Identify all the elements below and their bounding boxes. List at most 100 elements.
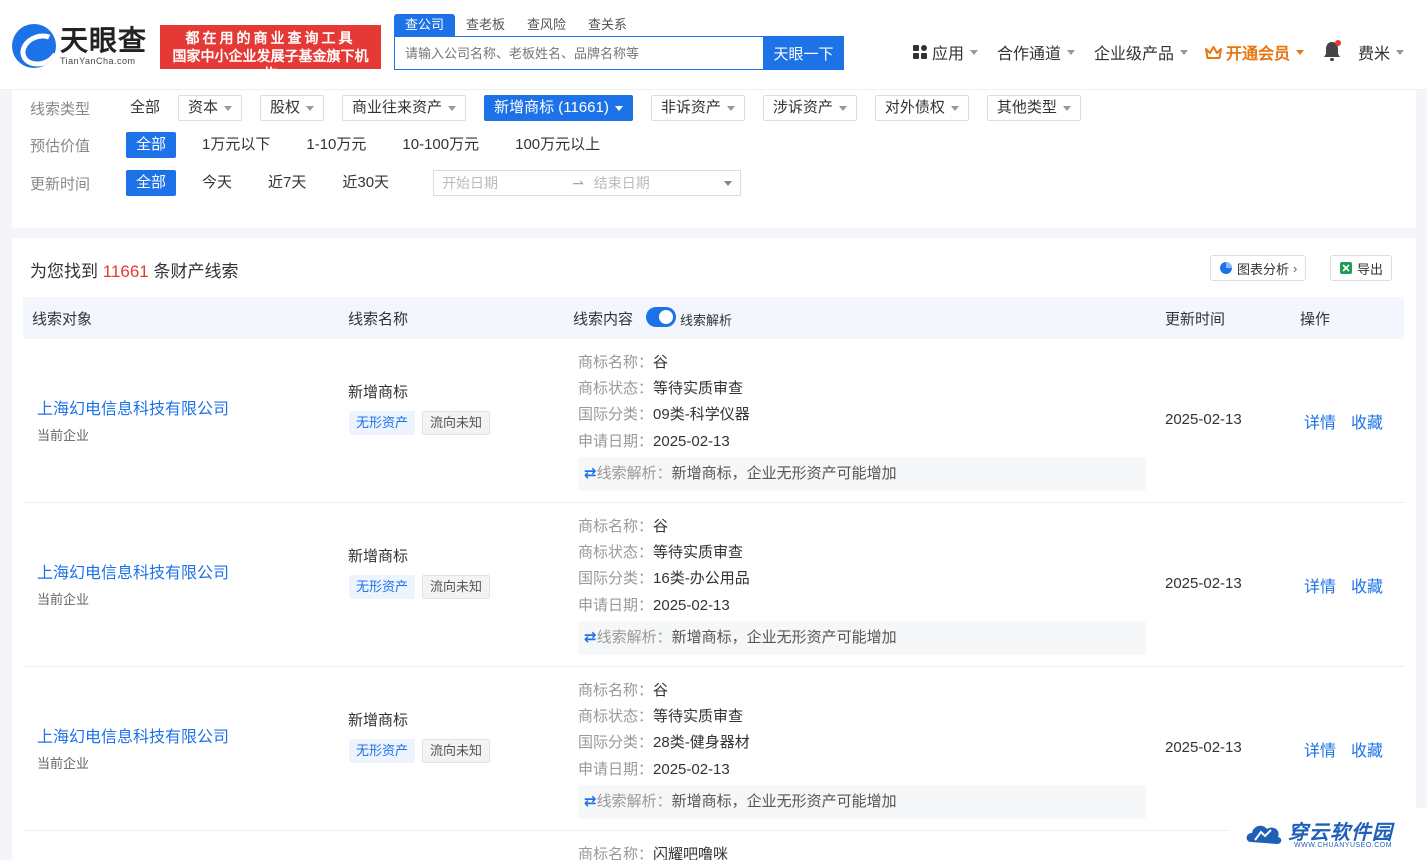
tab-risk[interactable]: 查风险 <box>516 14 577 36</box>
chevron-down-icon <box>1396 49 1405 55</box>
trademark-name-label: 商标名称： <box>578 354 654 371</box>
apply-date-value: 2025-02-13 <box>653 597 730 614</box>
intl-class-field: 国际分类：28类-健身器材 <box>578 731 750 752</box>
chevron-down-icon <box>838 105 847 111</box>
filter-value-label: 预估价值 <box>30 137 91 155</box>
nav-enterprise[interactable]: 企业级产品 <box>1094 40 1189 64</box>
update-date: 2025-02-13 <box>1165 411 1242 428</box>
filter-type-other[interactable]: 其他类型 <box>986 95 1081 121</box>
arrow-right-icon: ⇀ <box>572 174 584 191</box>
nav-vip-label: 开通会员 <box>1226 46 1291 63</box>
filter-type-business-label: 商业往来资产 <box>352 99 443 116</box>
company-link[interactable]: 上海幻电信息科技有限公司 <box>37 395 229 419</box>
apply-date-field: 申请日期：2025-02-13 <box>578 594 730 615</box>
trademark-name-field: 商标名称：谷 <box>578 351 668 372</box>
favorite-link[interactable]: 收藏 <box>1351 409 1383 433</box>
slogan-line-1: 都在用的商业查询工具 <box>185 30 356 46</box>
results-panel: 为您找到 11661 条财产线索 图表分析 › 导出 线索对象 线索名称 线索内… <box>12 238 1416 860</box>
export-button[interactable]: 导出 <box>1330 255 1393 281</box>
table-row: 上海幻电信息科技有限公司 当前企业 新增商标 无形资产 流向未知 商标名称：谷 … <box>23 339 1404 503</box>
chart-analysis-label: 图表分析 <box>1237 261 1290 277</box>
detail-link[interactable]: 详情 <box>1304 409 1336 433</box>
site-logo[interactable]: 天眼查 TianYanCha.com <box>12 24 147 68</box>
chevron-down-icon <box>306 105 315 111</box>
partial-row-trademark-field: 商标名称：闪耀吧噜咪 <box>578 843 728 860</box>
logo-eye-icon <box>12 24 56 68</box>
filter-type-non-litigation[interactable]: 非诉资产 <box>650 95 745 121</box>
end-date-input[interactable]: 结束日期 <box>594 173 718 193</box>
analysis-label: 线索解析： <box>596 629 672 646</box>
trademark-status-label: 商标状态： <box>578 544 654 561</box>
company-link[interactable]: 上海幻电信息科技有限公司 <box>37 723 229 747</box>
search-input[interactable] <box>394 36 763 70</box>
filter-value-all[interactable]: 全部 <box>126 132 177 158</box>
analysis-toggle[interactable] <box>646 307 676 327</box>
filter-time-30days[interactable]: 近30天 <box>332 170 399 196</box>
search-tabs: 查公司 查老板 查风险 查关系 <box>394 14 844 36</box>
filter-type-other-label: 其他类型 <box>996 99 1057 116</box>
filter-type-capital[interactable]: 资本 <box>178 95 243 121</box>
user-menu[interactable]: 费米 <box>1358 40 1405 64</box>
pie-chart-icon <box>1220 262 1232 274</box>
filter-value-under-10k[interactable]: 1万元以下 <box>192 132 280 158</box>
tab-company[interactable]: 查公司 <box>394 14 456 36</box>
tab-boss[interactable]: 查老板 <box>455 14 516 36</box>
trademark-name-field: 商标名称：谷 <box>578 679 668 700</box>
nav-vip[interactable]: 开通会员 <box>1205 40 1305 64</box>
intl-class-value: 16类-办公用品 <box>653 570 750 587</box>
nav-cooperation[interactable]: 合作通道 <box>997 40 1076 64</box>
filter-value-10k-100k[interactable]: 1-10万元 <box>296 132 376 158</box>
favorite-link[interactable]: 收藏 <box>1351 573 1383 597</box>
filter-value-over-1m[interactable]: 100万元以上 <box>505 132 610 158</box>
company-link[interactable]: 上海幻电信息科技有限公司 <box>37 559 229 583</box>
filter-time-7days[interactable]: 近7天 <box>258 170 316 196</box>
filter-time-today[interactable]: 今天 <box>192 170 242 196</box>
nav-apps[interactable]: 应用 <box>912 40 979 64</box>
clue-name: 新增商标 <box>348 384 409 401</box>
favorite-link[interactable]: 收藏 <box>1351 737 1383 761</box>
search-button[interactable]: 天眼一下 <box>763 36 844 70</box>
cloud-logo-icon <box>1246 825 1282 844</box>
filter-type-claims[interactable]: 对外债权 <box>874 95 969 121</box>
link-icon: ⇄ <box>584 465 597 482</box>
tab-relation[interactable]: 查关系 <box>577 14 638 36</box>
current-company-label: 当前企业 <box>37 756 90 771</box>
date-range-picker[interactable]: 开始日期 ⇀ 结束日期 <box>433 170 742 196</box>
trademark-name-value: 谷 <box>653 682 669 699</box>
trademark-status-value: 等待实质审查 <box>653 708 744 725</box>
detail-link[interactable]: 详情 <box>1304 573 1336 597</box>
analysis-text: 新增商标，企业无形资产可能增加 <box>671 793 897 810</box>
link-icon: ⇄ <box>584 793 597 810</box>
filter-type-trademark[interactable]: 新增商标 (11661) <box>484 95 633 121</box>
apply-date-label: 申请日期： <box>578 597 654 614</box>
filter-time-all[interactable]: 全部 <box>126 170 177 196</box>
filter-type-trademark-label: 新增商标 (11661) <box>494 99 609 116</box>
filter-time-label: 更新时间 <box>30 175 91 193</box>
filter-type-litigation[interactable]: 涉诉资产 <box>762 95 857 121</box>
chevron-down-icon <box>448 105 457 111</box>
filter-type-equity[interactable]: 股权 <box>260 95 325 121</box>
chevron-down-icon <box>970 49 979 55</box>
filter-row-type: 线索类型 全部 资本 股权 商业往来资产 新增商标 (11661) 非诉资产 涉… <box>30 95 1099 121</box>
trademark-status-field: 商标状态：等待实质审查 <box>578 377 743 398</box>
clue-analysis: ⇄线索解析：新增商标，企业无形资产可能增加 <box>578 457 1146 491</box>
apps-grid-icon <box>913 45 927 59</box>
intl-class-label: 国际分类： <box>578 734 654 751</box>
filter-value-100k-1m[interactable]: 10-100万元 <box>392 132 489 158</box>
results-summary: 为您找到 11661 条财产线索 <box>30 257 238 282</box>
table-row: 上海幻电信息科技有限公司 当前企业 新增商标 无形资产 流向未知 商标名称：谷 … <box>23 503 1404 667</box>
results-suffix: 条财产线索 <box>153 262 239 281</box>
start-date-input[interactable]: 开始日期 <box>442 173 572 193</box>
logo-domain: TianYanCha.com <box>60 56 136 66</box>
chart-analysis-button[interactable]: 图表分析 › <box>1210 255 1307 281</box>
trademark-name-field: 商标名称：谷 <box>578 515 668 536</box>
slogan-line-2: 国家中小企业发展子基金旗下机构 <box>172 48 369 82</box>
filter-type-litigation-label: 涉诉资产 <box>772 99 833 116</box>
watermark-url: WWW.CHUANYUSEO.COM <box>1294 842 1393 849</box>
watermark: 穿云软件园 WWW.CHUANYUSEO.COM <box>1228 808 1427 860</box>
filter-type-all[interactable]: 全部 <box>120 95 170 121</box>
filter-type-business[interactable]: 商业往来资产 <box>342 95 467 121</box>
chevron-down-icon <box>1180 49 1189 55</box>
notifications[interactable] <box>1322 40 1342 62</box>
detail-link[interactable]: 详情 <box>1304 737 1336 761</box>
